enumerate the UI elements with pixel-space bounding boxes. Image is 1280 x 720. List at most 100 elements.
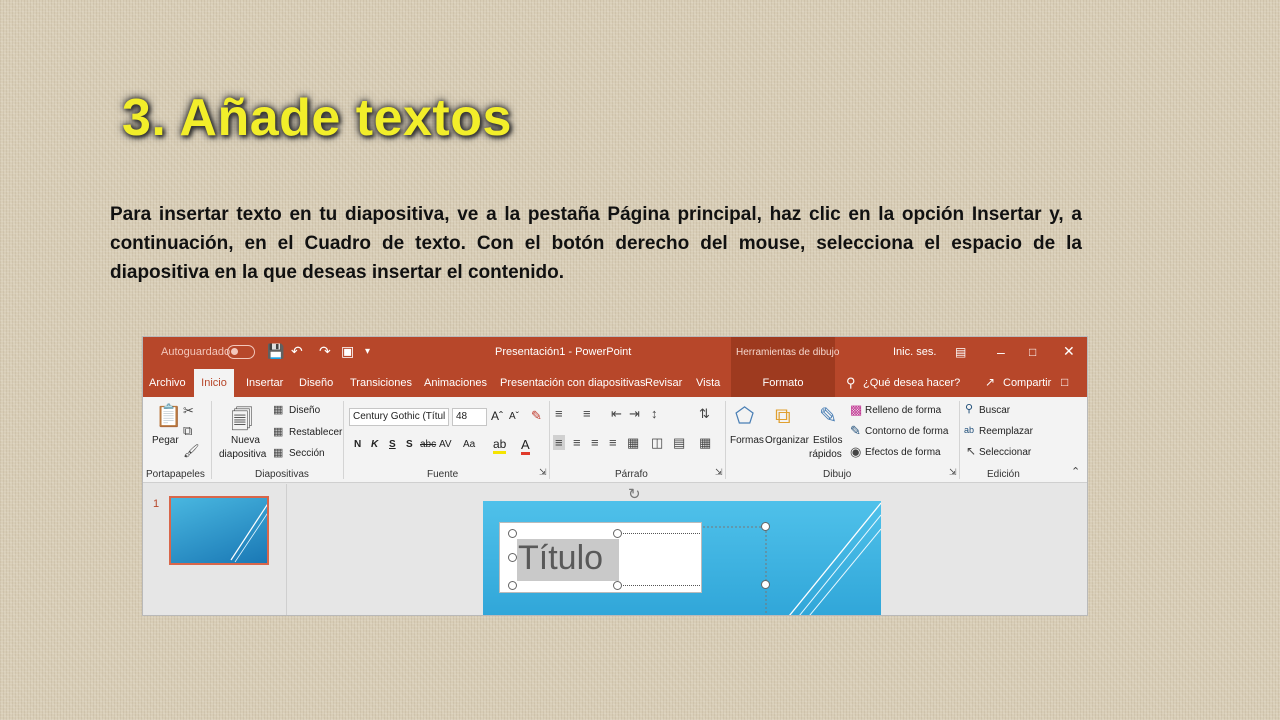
maximize-icon[interactable]: □ bbox=[1029, 345, 1036, 359]
shape-outline-button[interactable]: Contorno de forma bbox=[865, 426, 948, 437]
resize-handle-bottom-middle[interactable] bbox=[613, 581, 622, 590]
new-slide-button[interactable]: Nueva bbox=[231, 435, 260, 446]
shape-effects-button[interactable]: Efectos de forma bbox=[865, 447, 941, 458]
resize-handle-top-middle[interactable] bbox=[613, 529, 622, 538]
align-right-icon[interactable]: ≡ bbox=[591, 435, 599, 450]
italic-button[interactable]: K bbox=[371, 439, 378, 450]
comments-icon[interactable]: □ bbox=[1061, 375, 1068, 389]
font-color-icon[interactable]: A bbox=[521, 437, 530, 455]
shapes-button[interactable]: Formas bbox=[730, 435, 764, 446]
smartart-icon[interactable]: ▤ bbox=[673, 435, 685, 451]
decrease-indent-icon[interactable]: ⇤ bbox=[611, 406, 622, 422]
quick-styles-icon[interactable]: ✎ bbox=[819, 403, 837, 429]
share-icon: ↗ bbox=[985, 375, 996, 389]
align-left-icon[interactable]: ≡ bbox=[553, 435, 565, 450]
resize-handle-bottom-left[interactable] bbox=[508, 581, 517, 590]
shadow-button[interactable]: S bbox=[406, 439, 413, 450]
paste-icon[interactable]: 📋 bbox=[155, 403, 182, 429]
tab-vista[interactable]: Vista bbox=[696, 377, 720, 389]
cut-icon[interactable]: ✂ bbox=[183, 403, 194, 419]
resize-handle-top-right[interactable] bbox=[761, 522, 770, 531]
autosave-toggle[interactable] bbox=[227, 345, 255, 359]
drawing-dialog-icon[interactable]: ⇲ bbox=[949, 467, 957, 478]
undo-icon[interactable]: ↶ bbox=[291, 343, 303, 360]
font-size-select[interactable]: 48 bbox=[452, 408, 487, 426]
font-name-select[interactable]: Century Gothic (Títul bbox=[349, 408, 449, 426]
bullets-icon[interactable]: ≡ bbox=[555, 406, 563, 421]
close-icon[interactable]: ✕ bbox=[1063, 343, 1075, 360]
drawing-tools-context: Herramientas de dibujo bbox=[731, 337, 839, 369]
increase-font-icon[interactable]: Aˆ bbox=[491, 409, 503, 423]
columns-icon[interactable]: ▦ bbox=[627, 435, 639, 451]
format-painter-icon[interactable]: 🖌 bbox=[183, 443, 200, 459]
powerpoint-screenshot: Autoguardado 💾 ↶ ↷ ▣ ▾ Presentación1 - P… bbox=[142, 336, 1088, 616]
new-slide-button-label[interactable]: diapositiva bbox=[219, 449, 266, 460]
tab-insertar[interactable]: Insertar bbox=[246, 377, 283, 389]
paragraph-dialog-icon[interactable]: ⇲ bbox=[715, 467, 723, 478]
justify-icon[interactable]: ≡ bbox=[609, 435, 617, 450]
rotate-handle-icon[interactable]: ↻ bbox=[628, 485, 641, 503]
tab-inicio[interactable]: Inicio bbox=[194, 369, 234, 397]
line-spacing-icon[interactable]: ↕ bbox=[651, 406, 658, 421]
present-icon[interactable]: ▣ bbox=[341, 343, 354, 360]
ribbon-display-icon[interactable]: ▤ bbox=[955, 345, 966, 359]
font-dialog-icon[interactable]: ⇲ bbox=[539, 467, 547, 478]
select-button[interactable]: Seleccionar bbox=[979, 447, 1031, 458]
align-center-icon[interactable]: ≡ bbox=[573, 435, 581, 450]
share-button[interactable]: Compartir bbox=[1003, 377, 1051, 389]
shape-fill-icon: ▩ bbox=[850, 402, 863, 417]
change-case-button[interactable]: Aa bbox=[463, 439, 475, 450]
editing-group-label: Edición bbox=[987, 469, 1020, 480]
save-icon[interactable]: 💾 bbox=[267, 343, 284, 360]
tab-formato[interactable]: Formato bbox=[731, 369, 835, 397]
tab-archivo[interactable]: Archivo bbox=[149, 377, 186, 389]
signin-link[interactable]: Inic. ses. bbox=[893, 346, 936, 358]
tell-me-search[interactable]: ¿Qué desea hacer? bbox=[863, 377, 960, 389]
paste-button[interactable]: Pegar bbox=[152, 435, 179, 446]
tab-diseno[interactable]: Diseño bbox=[299, 377, 333, 389]
section-button[interactable]: Sección bbox=[289, 448, 325, 459]
layout-button[interactable]: Diseño bbox=[289, 405, 320, 416]
tab-transiciones[interactable]: Transiciones bbox=[350, 377, 412, 389]
find-button[interactable]: Buscar bbox=[979, 405, 1010, 416]
lightbulb-search-icon[interactable]: ⚲ bbox=[846, 375, 856, 391]
slide-canvas[interactable]: Título bbox=[483, 501, 881, 615]
shape-fill-button[interactable]: Relleno de forma bbox=[865, 405, 941, 416]
tab-animaciones[interactable]: Animaciones bbox=[424, 377, 487, 389]
align-text-icon[interactable]: ◫ bbox=[651, 435, 663, 451]
increase-indent-icon[interactable]: ⇥ bbox=[629, 406, 640, 422]
quick-styles-button[interactable]: Estilos bbox=[813, 435, 842, 446]
strikethrough-button[interactable]: abc bbox=[420, 439, 436, 450]
text-direction-icon[interactable]: ⇅ bbox=[699, 406, 710, 422]
underline-button[interactable]: S bbox=[389, 439, 396, 450]
workspace: 1 Título ↻ bbox=[143, 484, 1087, 615]
arrange-icon[interactable]: ⧉ bbox=[775, 403, 791, 429]
collapse-ribbon-icon[interactable]: ⌃ bbox=[1071, 465, 1080, 478]
highlight-icon[interactable]: ab bbox=[493, 437, 507, 454]
slide-thumbnail[interactable] bbox=[169, 496, 269, 565]
bold-button[interactable]: N bbox=[354, 439, 361, 450]
ribbon-tabs: Archivo Inicio Insertar Diseño Transicio… bbox=[143, 369, 1087, 397]
redo-icon[interactable]: ↷ bbox=[319, 343, 331, 360]
title-placeholder[interactable]: Título bbox=[499, 522, 702, 593]
copy-icon[interactable]: ⧉ bbox=[183, 423, 192, 439]
char-spacing-button[interactable]: AV bbox=[439, 439, 452, 450]
resize-handle-top-left[interactable] bbox=[508, 529, 517, 538]
convert-smartart-icon[interactable]: ▦ bbox=[699, 435, 711, 451]
minimize-icon[interactable]: – bbox=[997, 344, 1005, 360]
reset-button[interactable]: Restablecer bbox=[289, 427, 342, 438]
arrange-button[interactable]: Organizar bbox=[765, 435, 809, 446]
drawing-group-label: Dibujo bbox=[823, 469, 852, 480]
tab-presentacion[interactable]: Presentación con diapositivas bbox=[500, 377, 646, 389]
decrease-font-icon[interactable]: Aˇ bbox=[509, 411, 519, 422]
resize-handle-middle-left[interactable] bbox=[508, 553, 517, 562]
numbering-icon[interactable]: ≡ bbox=[583, 406, 591, 421]
replace-button[interactable]: Reemplazar bbox=[979, 426, 1033, 437]
resize-handle-middle-right[interactable] bbox=[761, 580, 770, 589]
title-placeholder-text[interactable]: Título bbox=[518, 539, 603, 578]
tab-revisar[interactable]: Revisar bbox=[645, 377, 682, 389]
quick-styles-button-label[interactable]: rápidos bbox=[809, 449, 842, 460]
clear-format-icon[interactable]: ✎ bbox=[531, 408, 542, 424]
shapes-icon[interactable]: ⬠ bbox=[735, 403, 754, 429]
customize-toolbar-icon[interactable]: ▾ bbox=[365, 346, 370, 357]
